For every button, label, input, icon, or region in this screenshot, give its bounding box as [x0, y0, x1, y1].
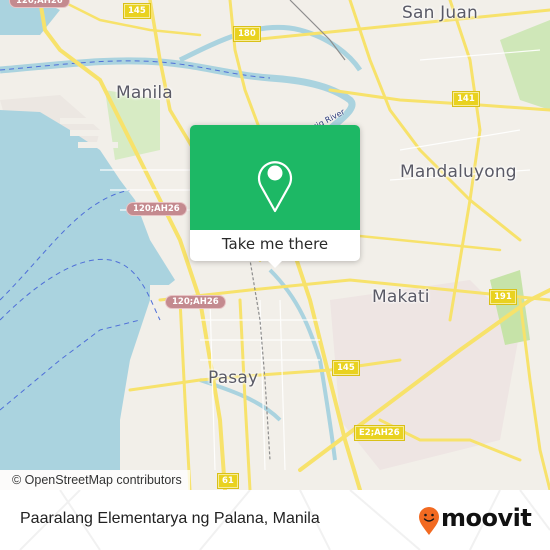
route-shield-145-mid: 145 [332, 360, 360, 376]
route-shield-e2-ah26: E2;AH26 [354, 425, 405, 441]
map[interactable]: Manila San Juan Mandaluyong Makati Pasay… [0, 0, 550, 490]
place-label-manila: Manila [116, 83, 173, 103]
route-shield-191: 191 [489, 289, 517, 305]
map-attribution[interactable]: © OpenStreetMap contributors [0, 470, 190, 490]
route-shield-141: 141 [452, 91, 480, 107]
moovit-logo[interactable]: moovit [418, 503, 538, 537]
moovit-smiley-pin-icon [419, 507, 439, 535]
place-label-pasay: Pasay [208, 368, 259, 388]
place-label-mandaluyong: Mandaluyong [400, 162, 517, 182]
moovit-wordmark: moovit [441, 504, 532, 532]
route-shield-61: 61 [217, 473, 239, 489]
place-label-san-juan: San Juan [402, 3, 478, 23]
footer: Paaralang Elementarya ng Palana, Manila … [0, 490, 550, 550]
route-shield-120-ah26-top: 120;AH26 [9, 0, 70, 8]
popup-header[interactable] [190, 125, 360, 230]
map-pin-icon [257, 161, 293, 213]
place-label-makati: Makati [372, 287, 430, 307]
route-shield-120-ah26-low: 120;AH26 [165, 295, 226, 309]
destination-popup[interactable]: Take me there [190, 125, 360, 268]
popup-pointer [268, 261, 282, 268]
route-shield-120-ah26-mid: 120;AH26 [126, 202, 187, 216]
route-shield-145: 145 [123, 3, 151, 19]
route-shield-180: 180 [233, 26, 261, 42]
place-name: Paaralang Elementarya ng Palana, Manila [20, 510, 320, 527]
take-me-there-button[interactable]: Take me there [190, 230, 360, 261]
